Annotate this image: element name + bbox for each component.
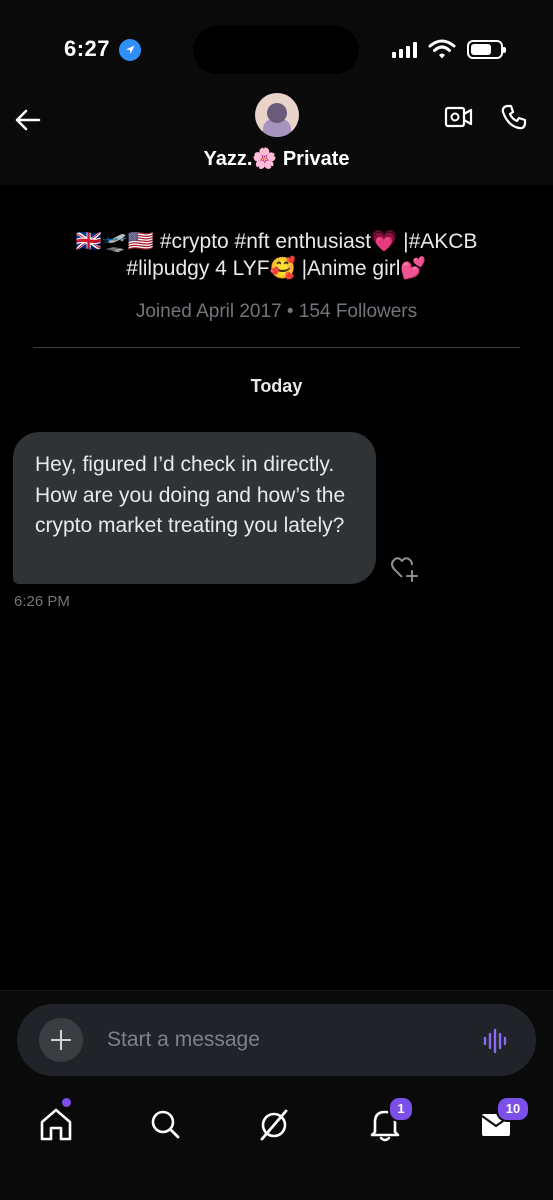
message-bubble[interactable]: Hey, figured I’d check in directly. How … [13, 432, 376, 584]
search-icon[interactable] [143, 1102, 187, 1146]
home-icon[interactable] [34, 1102, 78, 1146]
message-composer [17, 1004, 536, 1076]
video-call-icon[interactable] [444, 104, 474, 135]
profile-meta: Joined April 2017 • 154 Followers [135, 301, 418, 322]
profile-bio: 🇬🇧🛫🇺🇸 #crypto #nft enthusiast💗 |#AKCB #l… [20, 228, 533, 282]
message-input[interactable] [107, 1025, 447, 1055]
dynamic-island [193, 26, 359, 74]
tab-bar [0, 1086, 553, 1200]
status-time: 6:27 [64, 36, 111, 61]
add-media-button[interactable] [39, 1018, 83, 1062]
avatar[interactable] [255, 93, 299, 137]
battery-icon [467, 40, 506, 59]
messages-badge: 10 [496, 1096, 530, 1122]
add-reaction-icon[interactable] [390, 556, 420, 589]
status-bar: 6:27 [0, 0, 553, 90]
cellular-signal-icon [392, 42, 420, 58]
arrow-left-icon[interactable] [14, 106, 42, 139]
bio-line: 🇬🇧🛫🇺🇸 #crypto #nft enthusiast💗 |#AKCB [75, 230, 478, 253]
notifications-badge: 1 [388, 1096, 414, 1122]
wifi-icon [428, 38, 456, 65]
location-icon [119, 39, 141, 61]
grok-icon[interactable] [252, 1102, 296, 1146]
home-unread-dot [62, 1098, 71, 1107]
composer-area [0, 990, 553, 1087]
message-timestamp: 6:26 PM [14, 593, 70, 610]
contact-name[interactable]: Yazz.🌸 Private [0, 146, 553, 171]
phone-icon[interactable] [500, 103, 528, 136]
divider [33, 347, 520, 348]
bio-line: #lilpudgy 4 LYF🥰 |Anime girl💕 [126, 257, 427, 280]
conversation-header: Yazz.🌸 Private [0, 90, 553, 185]
date-separator: Today [250, 376, 303, 396]
voice-message-icon[interactable] [483, 1028, 509, 1059]
